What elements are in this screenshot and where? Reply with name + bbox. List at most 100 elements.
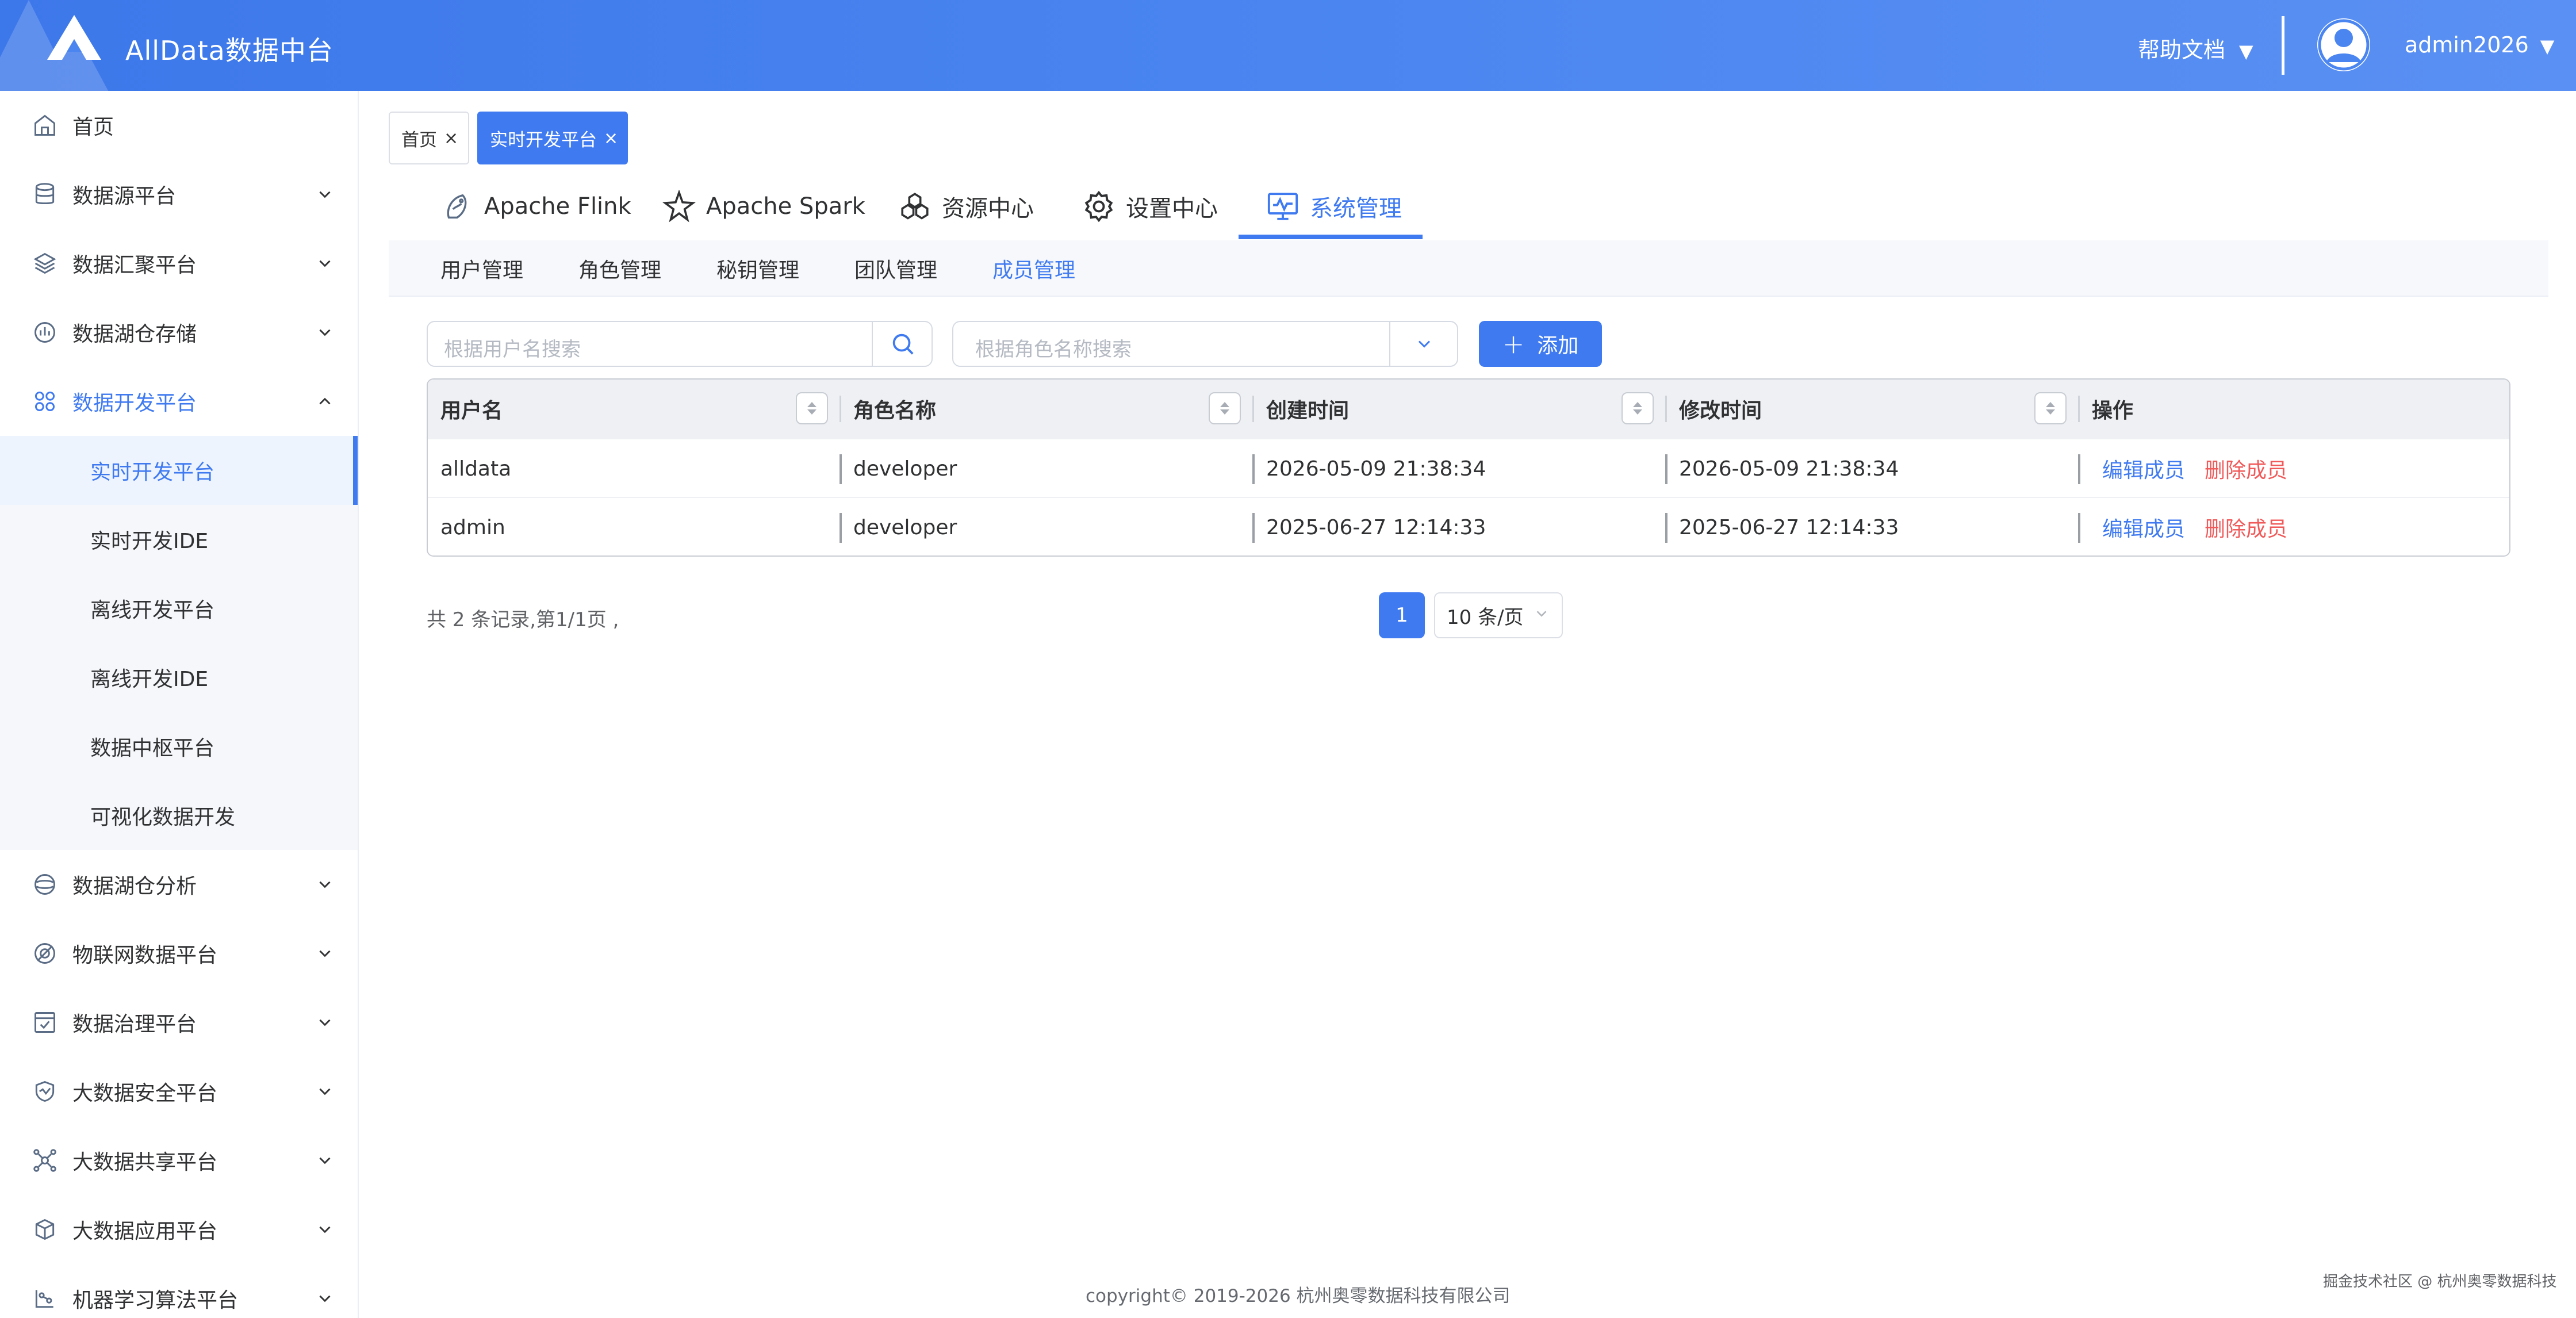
tab-apache-flink[interactable]: Apache Flink (440, 173, 631, 240)
column-header-actions: 操作 (2079, 380, 2509, 438)
lake-icon (34, 874, 55, 895)
column-header-username[interactable]: 用户名 (428, 380, 839, 438)
subtab-team-management[interactable]: 团队管理 (854, 240, 937, 297)
chevron-up-icon (319, 397, 331, 405)
add-member-button[interactable]: + 添加 (1479, 321, 1602, 367)
sidebar-subitem-offline-platform[interactable]: 离线开发平台 (0, 574, 358, 643)
subtab-member-management[interactable]: 成员管理 (992, 240, 1075, 297)
chevron-down-icon: ▼ (2540, 35, 2555, 57)
tag-label: 实时开发平台 (490, 129, 597, 151)
help-docs-label: 帮助文档 (2138, 37, 2226, 63)
delete-member-link[interactable]: 删除成员 (2205, 498, 2287, 555)
tab-settings-center[interactable]: 设置中心 (1082, 173, 1218, 240)
cell-created: 2025-06-27 12:14:33 (1266, 515, 1486, 539)
cell-role: developer (853, 515, 957, 539)
edit-member-link[interactable]: 编辑成员 (2102, 498, 2185, 555)
top-header: AllData数据中台 帮助文档 ▼ admin2026 ▼ (0, 0, 2576, 91)
sidebar-item-security[interactable]: 大数据安全平台 (0, 1057, 358, 1126)
chevron-down-icon (1536, 611, 1547, 617)
tab-system-management[interactable]: 系统管理 (1266, 173, 1402, 240)
sidebar-item-aggregation[interactable]: 数据汇聚平台 (0, 229, 358, 298)
cell-divider (1665, 454, 1667, 484)
tab-apache-spark[interactable]: Apache Spark (662, 173, 865, 240)
sort-icon[interactable] (796, 392, 828, 424)
sidebar-subitem-realtime-platform[interactable]: 实时开发平台 (0, 436, 358, 505)
role-select-placeholder: 根据角色名称搜索 (975, 338, 1132, 361)
table-header: 用户名 角色名称 创建时间 修改时间 操作 (428, 380, 2509, 438)
column-header-role[interactable]: 角色名称 (841, 380, 1252, 438)
sort-icon[interactable] (1209, 392, 1241, 424)
sidebar-item-home[interactable]: 首页 (0, 91, 358, 160)
close-icon[interactable]: × (604, 128, 618, 148)
sidebar-item-label: 数据湖仓分析 (72, 875, 197, 898)
cell-username: alldata (440, 457, 512, 481)
storage-icon (34, 322, 55, 343)
cell-divider (1665, 513, 1667, 543)
sidebar-item-iot[interactable]: 物联网数据平台 (0, 919, 358, 988)
column-header-created[interactable]: 创建时间 (1254, 380, 1665, 438)
sidebar-item-lake-storage[interactable]: 数据湖仓存储 (0, 298, 358, 367)
tag-realtime-platform[interactable]: 实时开发平台 × (477, 112, 628, 164)
sidebar-item-label: 数据湖仓存储 (72, 323, 197, 346)
sidebar-item-application[interactable]: 大数据应用平台 (0, 1195, 358, 1264)
sidebar-item-label: 数据开发平台 (72, 392, 197, 415)
chevron-down-icon (319, 881, 331, 888)
sidebar-item-label: 首页 (72, 116, 114, 139)
delete-member-link[interactable]: 删除成员 (2205, 439, 2287, 498)
sidebar-subitem-visual-dev[interactable]: 可视化数据开发 (0, 781, 358, 850)
page-button-1[interactable]: 1 (1379, 592, 1425, 638)
add-button-label: 添加 (1537, 334, 1579, 358)
sidebar-subitem-label: 实时开发IDE (90, 530, 209, 553)
user-menu[interactable]: admin2026 ▼ (2405, 32, 2554, 58)
cube-icon (35, 1219, 55, 1240)
cell-divider (839, 513, 842, 543)
cell-modified: 2025-06-27 12:14:33 (1679, 515, 1899, 539)
sidebar-item-dev-platform[interactable]: 数据开发平台 (0, 367, 358, 436)
search-button[interactable] (872, 322, 933, 366)
page-size-value: 10 条/页 (1447, 606, 1524, 629)
watermark: 掘金技术社区 @ 杭州奥零数据科技 (2323, 1273, 2557, 1290)
cell-created: 2026-05-09 21:38:34 (1266, 457, 1486, 481)
sidebar-item-lake-analysis[interactable]: 数据湖仓分析 (0, 850, 358, 919)
role-select-toggle[interactable] (1389, 322, 1458, 366)
page-size-select[interactable]: 10 条/页 (1434, 592, 1563, 638)
chevron-down-icon (1418, 340, 1431, 348)
column-header-modified[interactable]: 修改时间 (1666, 380, 2078, 438)
help-docs-menu[interactable]: 帮助文档 ▼ (2138, 32, 2253, 64)
sidebar-subitem-label: 可视化数据开发 (90, 806, 236, 829)
sidebar-subitem-data-hub[interactable]: 数据中枢平台 (0, 712, 358, 781)
plus-icon: + (1502, 328, 1525, 359)
column-label: 创建时间 (1266, 399, 1350, 423)
avatar[interactable] (2317, 18, 2370, 71)
sidebar-subitem-label: 离线开发IDE (90, 668, 209, 691)
tab-resource-center[interactable]: 资源中心 (898, 173, 1034, 240)
subtab-role-management[interactable]: 角色管理 (578, 240, 661, 297)
governance-icon (34, 1012, 55, 1033)
close-icon[interactable]: × (444, 128, 458, 148)
member-table: 用户名 角色名称 创建时间 修改时间 操作 alldata developer … (427, 378, 2510, 557)
subtab-key-management[interactable]: 秘钥管理 (716, 240, 799, 297)
edit-member-link[interactable]: 编辑成员 (2102, 439, 2185, 498)
header-divider (2282, 16, 2284, 75)
cell-divider (2078, 513, 2080, 543)
sort-icon[interactable] (1621, 392, 1654, 424)
username-search-input[interactable]: 根据用户名搜索 (427, 321, 933, 367)
tag-home[interactable]: 首页 × (389, 112, 469, 164)
alldata-logo-icon[interactable] (45, 13, 103, 62)
sidebar-item-governance[interactable]: 数据治理平台 (0, 988, 358, 1057)
sidebar-item-datasource[interactable]: 数据源平台 (0, 160, 358, 229)
sidebar-subitem-offline-ide[interactable]: 离线开发IDE (0, 643, 358, 712)
sidebar-item-ml[interactable]: 机器学习算法平台 (0, 1264, 358, 1318)
copyright-footer: copyright© 2019-2026 杭州奥零数据科技有限公司 (1086, 1286, 1511, 1306)
sidebar-subitem-realtime-ide[interactable]: 实时开发IDE (0, 505, 358, 574)
username-label: admin2026 (2405, 32, 2529, 58)
sub-tabs: 用户管理 角色管理 秘钥管理 团队管理 成员管理 (389, 240, 2548, 297)
role-select[interactable]: 根据角色名称搜索 (952, 321, 1458, 367)
column-label: 角色名称 (853, 399, 937, 423)
chevron-down-icon (319, 1088, 331, 1095)
sidebar-item-sharing[interactable]: 大数据共享平台 (0, 1126, 358, 1195)
cell-divider (2078, 454, 2080, 484)
column-label: 修改时间 (1679, 399, 1762, 423)
sort-icon[interactable] (2034, 392, 2067, 424)
subtab-user-management[interactable]: 用户管理 (440, 240, 523, 297)
